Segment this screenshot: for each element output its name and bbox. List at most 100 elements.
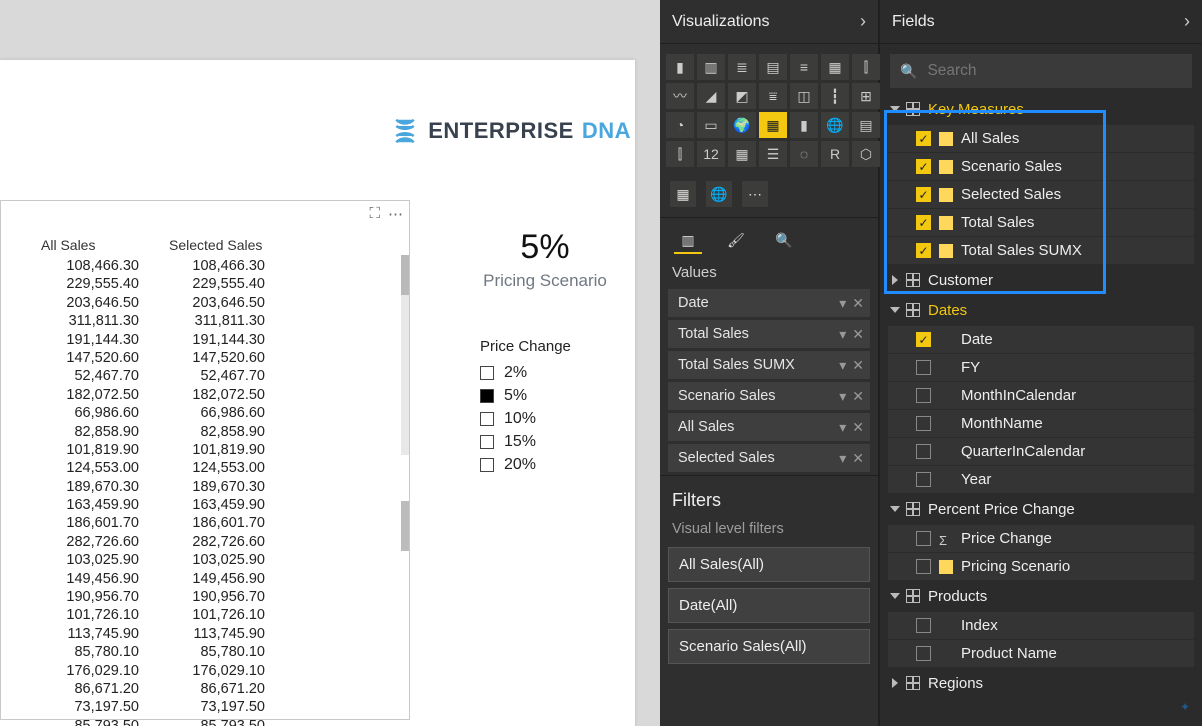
remove-icon[interactable]: ✕ — [852, 326, 864, 343]
report-page[interactable]: ENTERPRISE DNA ⛶ ⋯ All Sales Selected Sa… — [0, 60, 635, 726]
fields-table-header[interactable]: Percent Price Change — [884, 494, 1198, 524]
viz-type-icon[interactable]: ▦ — [759, 112, 787, 138]
table-row[interactable]: 311,811.30311,811.30 — [1, 312, 409, 330]
viz-type-icon[interactable]: 12 — [697, 141, 725, 167]
field-checkbox[interactable] — [916, 215, 931, 230]
viz-type-icon[interactable]: R — [821, 141, 849, 167]
field-item[interactable]: Date — [888, 326, 1194, 353]
table-row[interactable]: 190,956.70190,956.70 — [1, 588, 409, 606]
table-row[interactable]: 182,072.50182,072.50 — [1, 386, 409, 404]
field-item[interactable]: Total Sales — [888, 209, 1194, 236]
field-checkbox[interactable] — [916, 559, 931, 574]
custom-visual-icon[interactable]: ▦ — [670, 181, 696, 207]
field-item[interactable]: Selected Sales — [888, 181, 1194, 208]
filter-card[interactable]: Date(All) — [668, 588, 870, 623]
fields-table-header[interactable]: Regions — [884, 668, 1198, 698]
viz-type-icon[interactable]: ▤ — [852, 112, 880, 138]
slicer-option[interactable]: 15% — [480, 430, 630, 453]
field-checkbox[interactable] — [916, 187, 931, 202]
field-well-item[interactable]: All Sales▾✕ — [668, 413, 870, 441]
table-row[interactable]: 85,793.5085,793.50 — [1, 717, 409, 726]
slicer-option[interactable]: 2% — [480, 361, 630, 384]
table-visual[interactable]: ⛶ ⋯ All Sales Selected Sales 108,466.301… — [0, 200, 410, 720]
field-item[interactable]: MonthInCalendar — [888, 382, 1194, 409]
table-row[interactable]: 101,819.90101,819.90 — [1, 441, 409, 459]
table-row[interactable]: 191,144.30191,144.30 — [1, 331, 409, 349]
table-row[interactable]: 149,456.90149,456.90 — [1, 570, 409, 588]
slicer-option[interactable]: 10% — [480, 407, 630, 430]
visualizations-header[interactable]: Visualizations › — [660, 0, 878, 44]
remove-icon[interactable]: ✕ — [852, 357, 864, 374]
viz-type-icon[interactable]: ◔ — [666, 112, 694, 138]
checkbox-icon[interactable] — [480, 389, 494, 403]
slicer-option[interactable]: 20% — [480, 453, 630, 476]
table-row[interactable]: 189,670.30189,670.30 — [1, 478, 409, 496]
field-item[interactable]: Product Name — [888, 640, 1194, 667]
field-item[interactable]: Total Sales SUMX — [888, 237, 1194, 264]
table-row[interactable]: 163,459.90163,459.90 — [1, 496, 409, 514]
checkbox-icon[interactable] — [480, 435, 494, 449]
filter-card[interactable]: Scenario Sales(All) — [668, 629, 870, 664]
field-checkbox[interactable] — [916, 416, 931, 431]
table-row[interactable]: 101,726.10101,726.10 — [1, 606, 409, 624]
table-row[interactable]: 52,467.7052,467.70 — [1, 367, 409, 385]
expand-icon[interactable] — [890, 307, 900, 313]
field-well-item[interactable]: Date▾✕ — [668, 289, 870, 317]
fields-table-header[interactable]: Customer — [884, 265, 1198, 295]
field-checkbox[interactable] — [916, 618, 931, 633]
field-checkbox[interactable] — [916, 646, 931, 661]
collapse-icon[interactable]: › — [1184, 11, 1190, 32]
field-well-item[interactable]: Selected Sales▾✕ — [668, 444, 870, 472]
table-row[interactable]: 85,780.1085,780.10 — [1, 643, 409, 661]
field-well-item[interactable]: Scenario Sales▾✕ — [668, 382, 870, 410]
field-checkbox[interactable] — [916, 472, 931, 487]
field-checkbox[interactable] — [916, 159, 931, 174]
table-row[interactable]: 147,520.60147,520.60 — [1, 349, 409, 367]
field-checkbox[interactable] — [916, 444, 931, 459]
viz-type-icon[interactable]: ⫿ — [852, 54, 880, 80]
viz-type-icon[interactable]: 〰 — [666, 83, 694, 109]
chevron-down-icon[interactable]: ▾ — [839, 419, 846, 436]
chevron-down-icon[interactable]: ▾ — [839, 326, 846, 343]
chevron-down-icon[interactable]: ▾ — [839, 357, 846, 374]
viz-type-icon[interactable]: ▮ — [790, 112, 818, 138]
field-checkbox[interactable] — [916, 360, 931, 375]
vertical-scrollbar[interactable] — [401, 255, 409, 455]
remove-icon[interactable]: ✕ — [852, 450, 864, 467]
slicer-option[interactable]: 5% — [480, 384, 630, 407]
table-row[interactable]: 73,197.5073,197.50 — [1, 698, 409, 716]
field-checkbox[interactable] — [916, 332, 931, 347]
field-item[interactable]: FY — [888, 354, 1194, 381]
viz-type-icon[interactable]: 🌍 — [728, 112, 756, 138]
fields-table-header[interactable]: Dates — [884, 295, 1198, 325]
remove-icon[interactable]: ✕ — [852, 388, 864, 405]
arcgis-icon[interactable]: 🌐 — [706, 181, 732, 207]
viz-type-icon[interactable]: ▮ — [666, 54, 694, 80]
viz-type-icon[interactable]: ▭ — [697, 112, 725, 138]
field-checkbox[interactable] — [916, 243, 931, 258]
table-row[interactable]: 103,025.90103,025.90 — [1, 551, 409, 569]
field-checkbox[interactable] — [916, 131, 931, 146]
more-options-icon[interactable]: ⋯ — [388, 205, 403, 223]
field-well-item[interactable]: Total Sales SUMX▾✕ — [668, 351, 870, 379]
field-item[interactable]: Year — [888, 466, 1194, 493]
filter-card[interactable]: All Sales(All) — [668, 547, 870, 582]
field-item[interactable]: All Sales — [888, 125, 1194, 152]
viz-type-icon[interactable]: ≡ — [790, 54, 818, 80]
remove-icon[interactable]: ✕ — [852, 295, 864, 312]
search-input[interactable] — [927, 62, 1182, 80]
viz-type-icon[interactable]: ◢ — [697, 83, 725, 109]
expand-icon[interactable] — [892, 678, 898, 688]
viz-type-icon[interactable]: 🌐 — [821, 112, 849, 138]
col-header-all-sales[interactable]: All Sales — [41, 237, 151, 253]
field-checkbox[interactable] — [916, 531, 931, 546]
table-row[interactable]: 113,745.90113,745.90 — [1, 625, 409, 643]
chevron-down-icon[interactable]: ▾ — [839, 450, 846, 467]
expand-icon[interactable] — [890, 506, 900, 512]
collapse-icon[interactable]: › — [860, 11, 866, 32]
format-mode-icon[interactable]: 🖌 — [722, 228, 750, 254]
viz-type-icon[interactable]: ⊞ — [852, 83, 880, 109]
table-row[interactable]: 82,858.9082,858.90 — [1, 423, 409, 441]
table-row[interactable]: 282,726.60282,726.60 — [1, 533, 409, 551]
table-row[interactable]: 108,466.30108,466.30 — [1, 257, 409, 275]
